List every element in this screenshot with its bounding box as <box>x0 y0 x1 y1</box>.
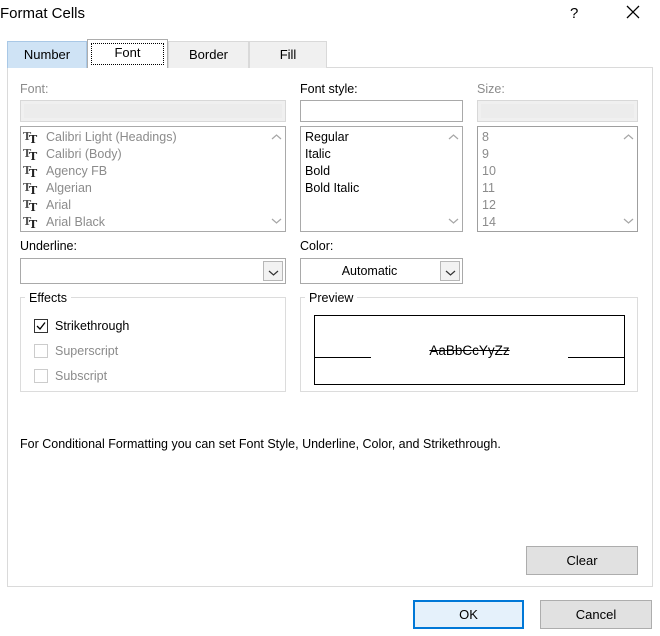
font-input <box>20 100 286 122</box>
size-input <box>477 100 638 122</box>
preview-box: AaBbCcYyZz <box>314 315 625 385</box>
truetype-icon: TT <box>23 198 38 212</box>
list-item-label: Agency FB <box>46 164 108 178</box>
list-item[interactable]: T T Calibri Light (Headings) <box>23 129 177 146</box>
dialog-title: Format Cells <box>0 5 86 22</box>
list-item[interactable]: T T Algerian <box>23 180 92 197</box>
list-item-label: Calibri (Body) <box>46 147 122 161</box>
superscript-checkbox[interactable] <box>34 344 48 358</box>
font-label: Font: <box>20 82 49 96</box>
underline-value <box>21 259 261 283</box>
size-list-scrollbar[interactable] <box>620 127 637 231</box>
chevron-up-icon <box>623 134 634 140</box>
truetype-icon: TT <box>23 147 38 161</box>
tab-font[interactable]: Font <box>87 39 168 68</box>
preview-title: Preview <box>305 291 358 305</box>
chevron-up-icon <box>448 134 459 140</box>
info-text: For Conditional Formatting you can set F… <box>20 437 501 451</box>
chevron-down-icon <box>271 218 282 224</box>
list-item[interactable]: 12 <box>482 197 496 214</box>
list-item-label: Algerian <box>46 181 92 195</box>
list-item[interactable]: T T Agency FB <box>23 163 107 180</box>
help-button[interactable]: ? <box>570 5 578 22</box>
chevron-down-icon <box>448 218 459 224</box>
svg-text:T: T <box>29 167 38 178</box>
list-item[interactable]: Bold Italic <box>305 180 359 197</box>
checkmark-icon <box>36 322 46 330</box>
truetype-icon: TT <box>23 181 38 195</box>
tab-fill[interactable]: Fill <box>249 41 327 68</box>
truetype-icon: TT <box>23 130 38 144</box>
close-icon <box>626 5 640 19</box>
list-item-label: Arial Black <box>46 215 106 229</box>
svg-text:T: T <box>29 150 38 161</box>
list-item[interactable]: T T Arial Black <box>23 214 105 231</box>
cancel-button[interactable]: Cancel <box>540 600 652 629</box>
svg-text:T: T <box>29 184 38 195</box>
size-list[interactable]: 8 9 10 11 12 14 <box>477 126 638 232</box>
underline-dropdown-button[interactable] <box>263 261 283 281</box>
focus-rectangle <box>91 43 164 65</box>
font-style-list[interactable]: Regular Italic Bold Bold Italic <box>300 126 463 232</box>
font-style-list-scrollbar[interactable] <box>445 127 462 231</box>
tab-border[interactable]: Border <box>168 41 249 68</box>
effects-title: Effects <box>25 291 71 305</box>
size-label: Size: <box>477 82 505 96</box>
chevron-down-icon <box>268 270 279 276</box>
list-item-label: Arial <box>46 198 72 212</box>
superscript-label[interactable]: Superscript <box>55 344 118 358</box>
svg-text:T: T <box>29 133 38 144</box>
strikethrough-label[interactable]: Strikethrough <box>55 319 129 333</box>
color-value: Automatic <box>341 264 398 278</box>
list-item[interactable]: Regular <box>305 129 349 146</box>
subscript-label[interactable]: Subscript <box>55 369 107 383</box>
tab-number[interactable]: Number <box>7 41 87 68</box>
preview-sample-text: AaBbCcYyZz <box>429 343 510 358</box>
font-style-input[interactable] <box>300 100 463 122</box>
list-item[interactable]: Italic <box>305 146 331 163</box>
strikethrough-checkbox[interactable] <box>34 319 48 333</box>
chevron-down-icon <box>445 270 456 276</box>
truetype-icon: TT <box>23 164 38 178</box>
list-item[interactable]: 9 <box>482 146 489 163</box>
list-item[interactable]: T T Calibri (Body) <box>23 146 122 163</box>
list-item[interactable]: 8 <box>482 129 489 146</box>
list-item[interactable]: Bold <box>305 163 330 180</box>
color-dropdown[interactable]: Automatic <box>300 258 463 284</box>
list-item-label: Calibri Light (Headings) <box>46 130 177 144</box>
list-item[interactable]: 10 <box>482 163 496 180</box>
close-button[interactable] <box>623 2 643 22</box>
font-list[interactable]: T T Calibri Light (Headings) T T Calibri (Bo… <box>20 126 286 232</box>
list-item[interactable]: 11 <box>482 180 495 197</box>
svg-text:T: T <box>29 218 38 229</box>
list-item[interactable]: T T Arial <box>23 197 71 214</box>
chevron-up-icon <box>271 134 282 140</box>
subscript-checkbox[interactable] <box>34 369 48 383</box>
font-style-label: Font style: <box>300 82 358 96</box>
truetype-icon: TT <box>23 215 38 229</box>
svg-text:T: T <box>29 201 38 212</box>
color-dropdown-button[interactable] <box>440 261 460 281</box>
ok-button[interactable]: OK <box>413 600 524 629</box>
list-item[interactable]: 14 <box>482 214 496 231</box>
color-label: Color: <box>300 239 334 253</box>
font-list-scrollbar[interactable] <box>268 127 285 231</box>
chevron-down-icon <box>623 218 634 224</box>
underline-label: Underline: <box>20 239 77 253</box>
clear-button[interactable]: Clear <box>526 546 638 575</box>
underline-dropdown[interactable] <box>20 258 286 284</box>
